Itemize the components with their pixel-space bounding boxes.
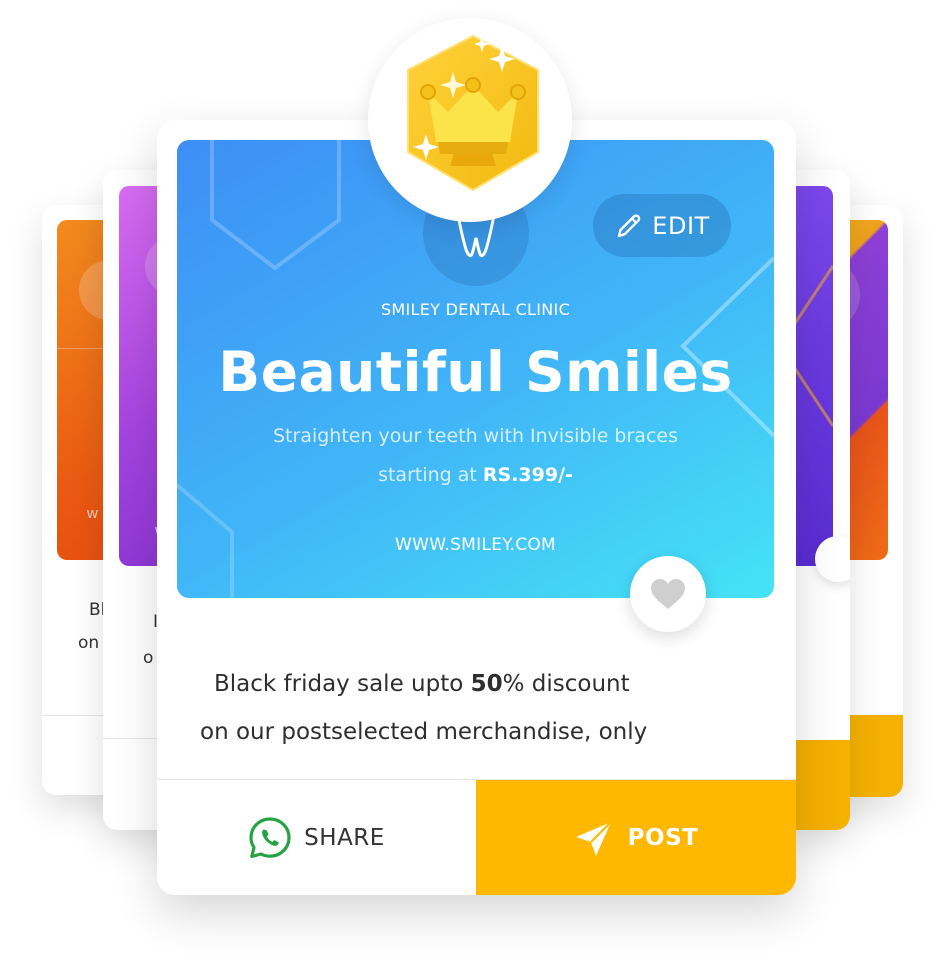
- back-card-letter: w: [87, 505, 98, 522]
- caption-line-1: Black friday sale upto 50% discount: [214, 671, 630, 697]
- back-card-text-2: on: [78, 633, 100, 653]
- caption-suffix: % discount: [502, 671, 630, 697]
- subtitle-line-2: starting at RS.399/-: [177, 464, 774, 486]
- edit-button[interactable]: EDIT: [593, 194, 731, 257]
- like-button[interactable]: [630, 556, 706, 632]
- back-card-heart-button[interactable]: [815, 536, 850, 582]
- back-card-text-2: o: [143, 648, 154, 668]
- subtitle-line-1: Straighten your teeth with Invisible bra…: [272, 425, 678, 447]
- clinic-name: SMILEY DENTAL CLINIC: [380, 300, 571, 319]
- crown-badge-icon: [407, 34, 539, 192]
- post-button[interactable]: POST: [476, 780, 796, 895]
- caption-bold: 50: [470, 671, 503, 697]
- price: RS.399/-: [482, 464, 573, 486]
- caption-prefix: Black friday sale upto: [214, 671, 471, 697]
- subtitle-prefix: starting at: [378, 464, 483, 486]
- main-post-card: EDIT SMILEY DENTAL CLINIC Beautiful Smil…: [157, 120, 796, 895]
- headline: Beautiful Smiles: [218, 340, 733, 404]
- website: WWW.SMILEY.COM: [394, 535, 557, 555]
- caption-line-2: on our postselected merchandise, only: [200, 719, 648, 745]
- whatsapp-icon: [249, 816, 291, 858]
- share-button[interactable]: SHARE: [157, 780, 476, 895]
- edit-label: EDIT: [652, 211, 710, 240]
- send-icon: [575, 820, 612, 856]
- heart-icon: [651, 579, 685, 609]
- pencil-icon: [618, 213, 641, 237]
- post-label: POST: [627, 824, 699, 851]
- share-label: SHARE: [304, 824, 385, 851]
